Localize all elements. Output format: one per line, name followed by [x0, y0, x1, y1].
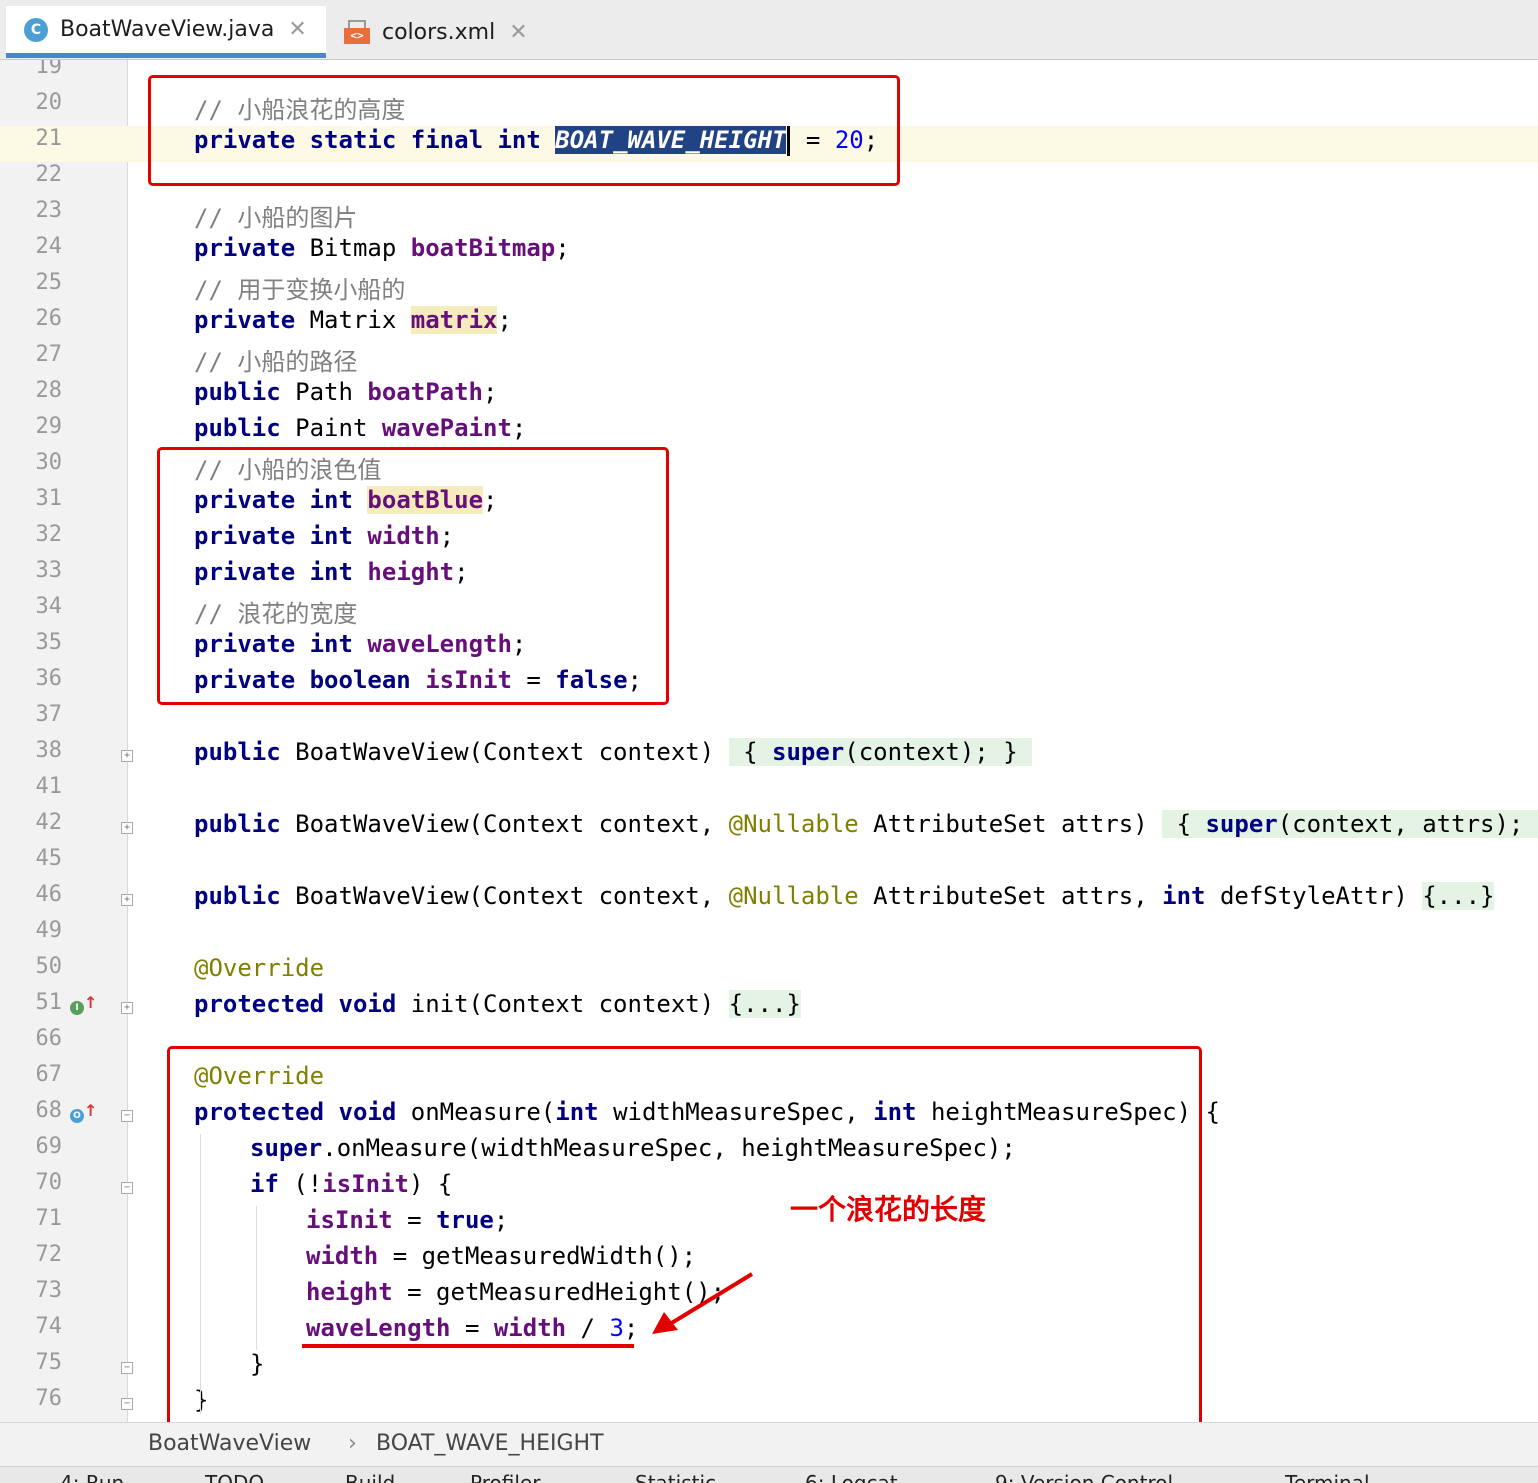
- fold-end-icon[interactable]: −: [121, 1362, 133, 1374]
- fold-collapse-icon[interactable]: −: [121, 1182, 133, 1194]
- line-number: 71: [35, 1206, 63, 1231]
- tool-profiler-button[interactable]: Profiler: [470, 1471, 540, 1483]
- line-number: 67: [35, 1062, 63, 1087]
- fold-expand-icon[interactable]: +: [121, 822, 133, 834]
- code-line: 26 private Matrix matrix;: [0, 306, 1538, 342]
- line-number: 68: [35, 1098, 63, 1123]
- breadcrumb-field[interactable]: BOAT_WAVE_HEIGHT: [376, 1431, 604, 1456]
- fold-expand-icon[interactable]: +: [121, 750, 133, 762]
- code-line: 27 // 小船的路径: [0, 342, 1538, 378]
- line-number: 51: [35, 990, 63, 1015]
- implements-method-icon[interactable]: I ↑: [70, 993, 97, 1019]
- line-number: 27: [35, 342, 63, 367]
- line-number: 46: [35, 882, 63, 907]
- line-number: 31: [35, 486, 63, 511]
- fold-expand-icon[interactable]: +: [121, 1002, 133, 1014]
- close-icon[interactable]: ✕: [288, 17, 306, 42]
- tab-colors-xml[interactable]: <> colors.xml ✕: [330, 6, 540, 58]
- line-number: 45: [35, 846, 63, 871]
- code-line: 45: [0, 846, 1538, 882]
- code-editor[interactable]: 19 20 // 小船浪花的高度 21 private static final…: [0, 60, 1538, 1422]
- line-number: 25: [35, 270, 63, 295]
- tool-build-button[interactable]: Build: [345, 1471, 395, 1483]
- line-number: 32: [35, 522, 63, 547]
- line-number: 21: [6, 126, 62, 162]
- line-number: 26: [35, 306, 63, 331]
- line-number: 75: [35, 1350, 63, 1375]
- annotation-box: [167, 1046, 1202, 1422]
- code-line: 23 // 小船的图片: [0, 198, 1538, 234]
- folded-code-block[interactable]: {...}: [1422, 882, 1495, 910]
- tool-terminal-button[interactable]: Terminal: [1285, 1471, 1370, 1483]
- tool-logcat-button[interactable]: 6: Logcat: [805, 1471, 898, 1483]
- line-number: 74: [35, 1314, 63, 1339]
- line-number: 69: [35, 1134, 63, 1159]
- line-number: 19: [35, 60, 63, 79]
- tab-label: BoatWaveView.java: [60, 17, 275, 42]
- tool-todo-button[interactable]: TODO: [205, 1471, 264, 1483]
- line-number: 20: [35, 90, 63, 115]
- code-line: 25 // 用于变换小船的: [0, 270, 1538, 306]
- line-number: 66: [35, 1026, 63, 1051]
- code-line: 37: [0, 702, 1538, 738]
- code-line: 50 @Override: [0, 954, 1538, 990]
- editor-tab-bar: C BoatWaveView.java ✕ <> colors.xml ✕: [0, 0, 1538, 60]
- tab-boatwaveview-java[interactable]: C BoatWaveView.java ✕: [6, 6, 326, 58]
- code-line: 46 + public BoatWaveView(Context context…: [0, 882, 1538, 918]
- code-line: 29 public Paint wavePaint;: [0, 414, 1538, 450]
- code-line: 41: [0, 774, 1538, 810]
- tool-run-button[interactable]: 4: Run: [60, 1471, 124, 1483]
- line-number: 50: [35, 954, 63, 979]
- line-number: 24: [35, 234, 63, 259]
- line-number: 73: [35, 1278, 63, 1303]
- tab-label: colors.xml: [382, 19, 496, 45]
- line-number: 72: [35, 1242, 63, 1267]
- line-number: 29: [35, 414, 63, 439]
- tool-version-control-button[interactable]: 9: Version Control: [995, 1471, 1173, 1483]
- folded-code-block[interactable]: {...}: [728, 990, 801, 1018]
- chevron-right-icon: ›: [348, 1431, 357, 1456]
- line-number: 42: [35, 810, 63, 835]
- line-number: 36: [35, 666, 63, 691]
- breadcrumb: BoatWaveView › BOAT_WAVE_HEIGHT: [0, 1422, 1538, 1466]
- line-number: 70: [35, 1170, 63, 1195]
- line-number: 49: [35, 918, 63, 943]
- line-number: 22: [35, 162, 63, 187]
- tool-statistic-button[interactable]: Statistic: [635, 1471, 716, 1483]
- java-class-icon: C: [24, 17, 48, 42]
- line-number: 23: [35, 198, 63, 223]
- annotation-note: 一个浪花的长度: [790, 1193, 987, 1226]
- line-number: 28: [35, 378, 63, 403]
- annotation-box: [157, 447, 669, 705]
- line-number: 38: [35, 738, 63, 763]
- line-number: 37: [35, 702, 63, 727]
- line-number: 34: [35, 594, 63, 619]
- fold-expand-icon[interactable]: +: [121, 894, 133, 906]
- line-number: 76: [35, 1386, 63, 1411]
- overrides-method-icon[interactable]: O ↑: [70, 1101, 97, 1127]
- line-number: 33: [35, 558, 63, 583]
- breadcrumb-class[interactable]: BoatWaveView: [148, 1431, 311, 1456]
- line-number: 41: [35, 774, 63, 799]
- code-line: 38 + public BoatWaveView(Context context…: [0, 738, 1538, 774]
- fold-collapse-icon[interactable]: −: [121, 1110, 133, 1122]
- bottom-tool-window-bar: 4: Run TODO Build Profiler Statistic 6: …: [0, 1466, 1538, 1483]
- code-line: 49: [0, 918, 1538, 954]
- code-line: 24 private Bitmap boatBitmap;: [0, 234, 1538, 270]
- code-line: 51 I ↑ + protected void init(Context cont…: [0, 990, 1538, 1026]
- line-number: 30: [35, 450, 63, 475]
- code-line: 28 public Path boatPath;: [0, 378, 1538, 414]
- close-icon[interactable]: ✕: [509, 20, 527, 45]
- code-line: 42 + public BoatWaveView(Context context…: [0, 810, 1538, 846]
- xml-file-icon: <>: [344, 20, 370, 44]
- annotation-box: [148, 75, 900, 186]
- line-number: 35: [35, 630, 63, 655]
- fold-end-icon[interactable]: −: [121, 1398, 133, 1410]
